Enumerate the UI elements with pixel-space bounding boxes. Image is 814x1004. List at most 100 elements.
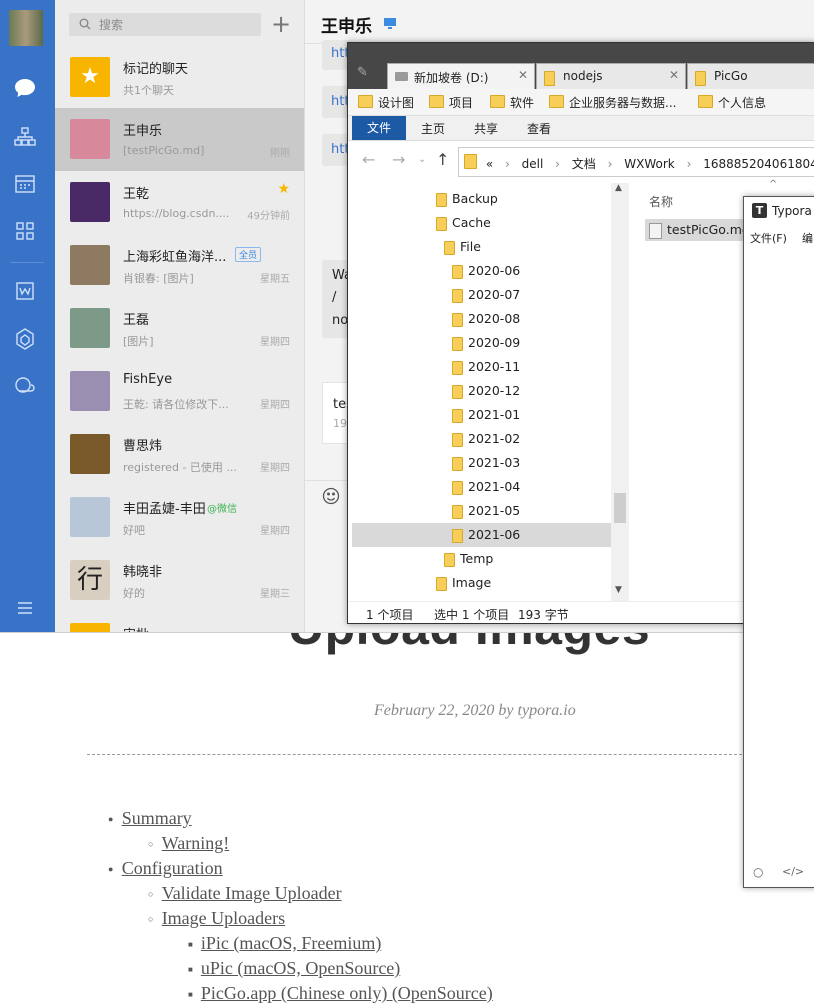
toc-link[interactable]: Validate Image Uploader xyxy=(162,883,342,903)
ribbon-file-tab[interactable]: 文件 xyxy=(352,116,406,140)
toc-link[interactable]: uPic (macOS, OpenSource) xyxy=(201,958,400,978)
toc-link[interactable]: PicGo.app (Chinese only) (OpenSource) xyxy=(201,983,493,1003)
cloud-icon[interactable] xyxy=(13,376,37,400)
chat-list-item[interactable]: ★ 标记的聊天 共1个聊天 xyxy=(55,46,304,109)
scroll-down-icon[interactable]: ▼ xyxy=(615,585,622,595)
contacts-icon[interactable] xyxy=(13,127,37,151)
chat-list-item[interactable]: 王磊 [图片] 星期四 xyxy=(55,297,304,360)
toc-link[interactable]: Warning! xyxy=(162,833,230,853)
chat-list-item[interactable]: 丰田孟婕-丰田 好吧 星期四 @微信 xyxy=(55,486,304,549)
tree-item[interactable]: Cache xyxy=(352,211,611,235)
tree-item[interactable]: 2020-11 xyxy=(352,355,611,379)
ribbon-view-tab[interactable]: 查看 xyxy=(527,120,551,137)
tree-item[interactable]: 2021-05 xyxy=(352,499,611,523)
typora-window: T Typora 文件(F) 编 ○ </> xyxy=(743,196,814,888)
address-bar[interactable]: « › dell › 文档 › WXWork › 168885204061804… xyxy=(458,147,814,177)
ribbon-home-tab[interactable]: 主页 xyxy=(421,120,445,137)
address-segment[interactable]: dell xyxy=(522,157,544,171)
chat-list-item[interactable]: 行 韩晓非 好的 星期三 xyxy=(55,549,304,612)
close-tab-icon[interactable]: ✕ xyxy=(669,68,679,82)
tree-item[interactable]: 2020-07 xyxy=(352,283,611,307)
wrench-icon[interactable]: ✎ xyxy=(357,65,368,80)
up-icon[interactable]: ↑ xyxy=(436,150,449,169)
chat-avatar xyxy=(70,182,110,222)
menu-file[interactable]: 文件(F) xyxy=(750,230,787,246)
bullet-icon: ○ xyxy=(148,889,156,899)
chat-preview: [testPicGo.md] xyxy=(123,144,205,157)
favorite-label: 项目 xyxy=(449,96,474,110)
menu-icon[interactable] xyxy=(13,598,37,622)
folder-icon xyxy=(544,71,555,86)
name-column-header[interactable]: 名称 xyxy=(649,193,673,210)
favorite-item[interactable]: 个人信息 xyxy=(698,94,766,111)
chat-list-item[interactable]: FishEye 王乾: 请各位修改下... 星期四 xyxy=(55,360,304,423)
favorite-item[interactable]: 企业服务器与数据... xyxy=(549,94,676,111)
scroll-up-icon[interactable]: ▲ xyxy=(615,183,622,193)
tree-item[interactable]: 2020-09 xyxy=(352,331,611,355)
chat-avatar xyxy=(70,434,110,474)
menu-edit[interactable]: 编 xyxy=(802,230,813,246)
explorer-tab[interactable]: 新加坡卷 (D:) ✕ xyxy=(387,63,535,90)
tree-item[interactable]: 2020-06 xyxy=(352,259,611,283)
tree-item[interactable]: 2020-08 xyxy=(352,307,611,331)
toc-link[interactable]: iPic (macOS, Freemium) xyxy=(201,933,381,953)
favorite-item[interactable]: 软件 xyxy=(490,94,534,111)
source-code-icon[interactable]: </> xyxy=(782,865,804,878)
tree-item[interactable]: Temp xyxy=(352,547,611,571)
favorite-item[interactable]: 设计图 xyxy=(358,94,414,111)
workbench-icon[interactable] xyxy=(13,221,37,245)
address-segment[interactable]: « xyxy=(486,157,493,171)
ribbon-share-tab[interactable]: 共享 xyxy=(474,120,498,137)
back-icon[interactable]: ← xyxy=(362,150,375,169)
address-area: ← → ⌄ ↑ « › dell › 文档 › WXWork › 1688852… xyxy=(348,141,814,181)
messages-icon[interactable] xyxy=(13,78,37,102)
tree-item[interactable]: Backup xyxy=(352,187,611,211)
tree-item-label: 2020-07 xyxy=(468,287,521,302)
tree-scrollbar[interactable]: ▲ ▼ xyxy=(611,183,629,601)
tree-item[interactable]: 2021-02 xyxy=(352,427,611,451)
chat-list-item[interactable]: 王乾 https://blog.csdn.... 49分钟前 ★ xyxy=(55,171,304,234)
tree-item[interactable]: 2021-04 xyxy=(352,475,611,499)
chat-title: 王申乐 xyxy=(321,17,372,37)
nav-rail xyxy=(0,0,55,632)
forward-icon[interactable]: → xyxy=(392,150,405,169)
recent-dropdown-icon[interactable]: ⌄ xyxy=(418,154,426,165)
tree-item[interactable]: 2021-03 xyxy=(352,451,611,475)
toc-link[interactable]: Image Uploaders xyxy=(162,908,285,928)
tree-scroll-thumb[interactable] xyxy=(614,493,626,523)
add-button[interactable]: + xyxy=(269,10,293,38)
toc-link[interactable]: Summary xyxy=(122,808,192,828)
folder-icon xyxy=(464,154,477,169)
tree-item[interactable]: Image xyxy=(352,571,611,595)
explorer-tab[interactable]: nodejs ✕ xyxy=(536,63,686,90)
folder-icon xyxy=(452,265,463,279)
docs-icon[interactable] xyxy=(13,281,37,305)
tree-item[interactable]: 2020-12 xyxy=(352,379,611,403)
chat-list-item[interactable]: 曹思炜 registered - 已使用 ... 星期四 xyxy=(55,423,304,486)
tree-item-label: 2020-08 xyxy=(468,311,521,326)
address-segment[interactable]: 文档 xyxy=(572,157,596,171)
chat-list-item[interactable]: 王申乐 [testPicGo.md] 刚刚 xyxy=(55,108,304,171)
favorite-item[interactable]: 项目 xyxy=(429,94,473,111)
tree-item[interactable]: File xyxy=(352,235,611,259)
toc-item: ■ uPic (macOS, OpenSource) xyxy=(188,958,400,979)
address-segment[interactable]: WXWork xyxy=(624,157,674,171)
tree-item[interactable]: 2021-06 xyxy=(352,523,611,547)
close-tab-icon[interactable]: ✕ xyxy=(518,68,528,82)
chat-list-item[interactable]: 上海彩虹鱼海洋... 肖银春: [图片] 星期五 全员 xyxy=(55,234,304,297)
user-avatar[interactable] xyxy=(9,10,43,46)
chat-avatar xyxy=(70,371,110,411)
cube-icon[interactable] xyxy=(13,328,37,352)
outline-toggle-icon[interactable]: ○ xyxy=(753,865,763,879)
tab-label: nodejs xyxy=(563,69,603,83)
file-icon xyxy=(649,223,662,239)
rail-divider xyxy=(10,262,44,263)
search-input[interactable]: 搜索 xyxy=(69,13,261,36)
chat-list-item[interactable]: 审批 xyxy=(55,612,304,632)
tree-item[interactable]: 2021-01 xyxy=(352,403,611,427)
emoji-icon[interactable] xyxy=(322,487,340,509)
calendar-icon[interactable] xyxy=(13,174,37,198)
address-segment[interactable]: 1688852040618043 xyxy=(703,157,814,171)
explorer-tab[interactable]: PicGo xyxy=(687,63,814,90)
toc-link[interactable]: Configuration xyxy=(122,858,223,878)
